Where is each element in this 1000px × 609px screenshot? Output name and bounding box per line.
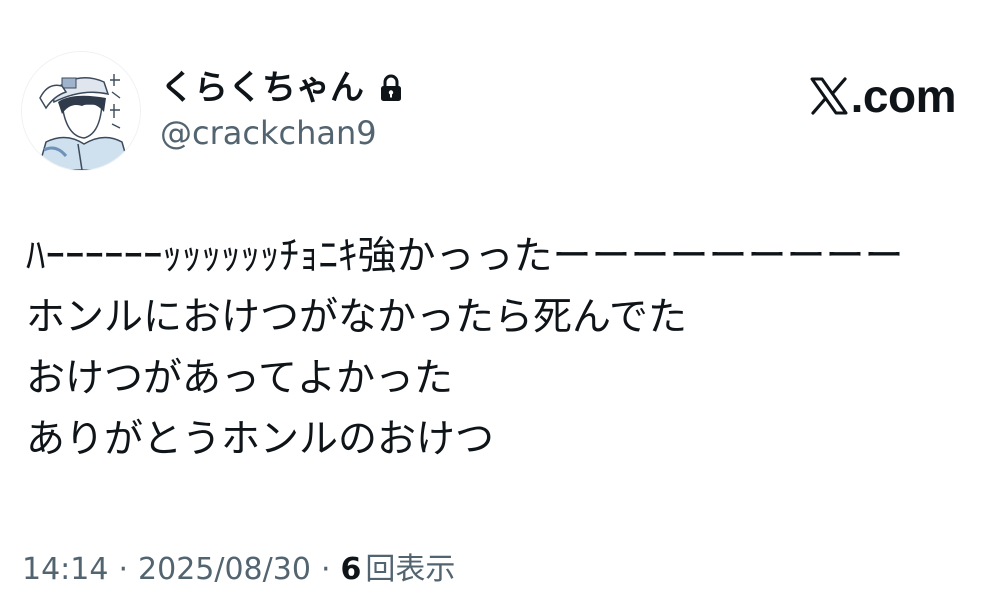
tweet-line-1: ﾊｰｰｰｰｰｰｯｯｯｯｯｯﾁｮﾆｷ強かっったーーーーーーーーー [26,234,904,279]
brand-text: .com [850,70,957,122]
tweet-text: ﾊｰｰｰｰｰｰｯｯｯｯｯｯﾁｮﾆｷ強かっったーーーーーーーーー ホンルにおけつが… [26,226,976,470]
lock-icon [378,73,404,103]
avatar[interactable] [22,52,140,170]
avatar-illustration-icon [22,52,140,170]
tweet-meta: 14:14 · 2025/08/30 · 6 回表示 [22,548,455,592]
display-name[interactable]: くらくちゃん [160,66,364,110]
brand-logo: .com [809,68,957,124]
author-name-row: くらくちゃん [160,66,404,110]
meta-separator: · [118,552,129,587]
meta-separator: · [320,552,331,587]
views-count: 6 [340,552,362,587]
views-label: 回表示 [365,552,456,587]
tweet-line-4: ありがとうホンルのおけつ [26,417,495,462]
x-logo-icon [809,76,849,116]
tweet-time[interactable]: 14:14 [22,548,108,592]
tweet-card: くらくちゃん @crackchan9 .com ﾊｰｰｰｰｰｰｯｯｯｯｯｯﾁｮﾆ… [0,0,1000,609]
tweet-date[interactable]: 2025/08/30 [138,548,311,592]
tweet-line-2: ホンルにおけつがなかったら死んでた [26,295,688,340]
user-handle[interactable]: @crackchan9 [160,112,377,154]
tweet-line-3: おけつがあってよかった [26,356,454,401]
